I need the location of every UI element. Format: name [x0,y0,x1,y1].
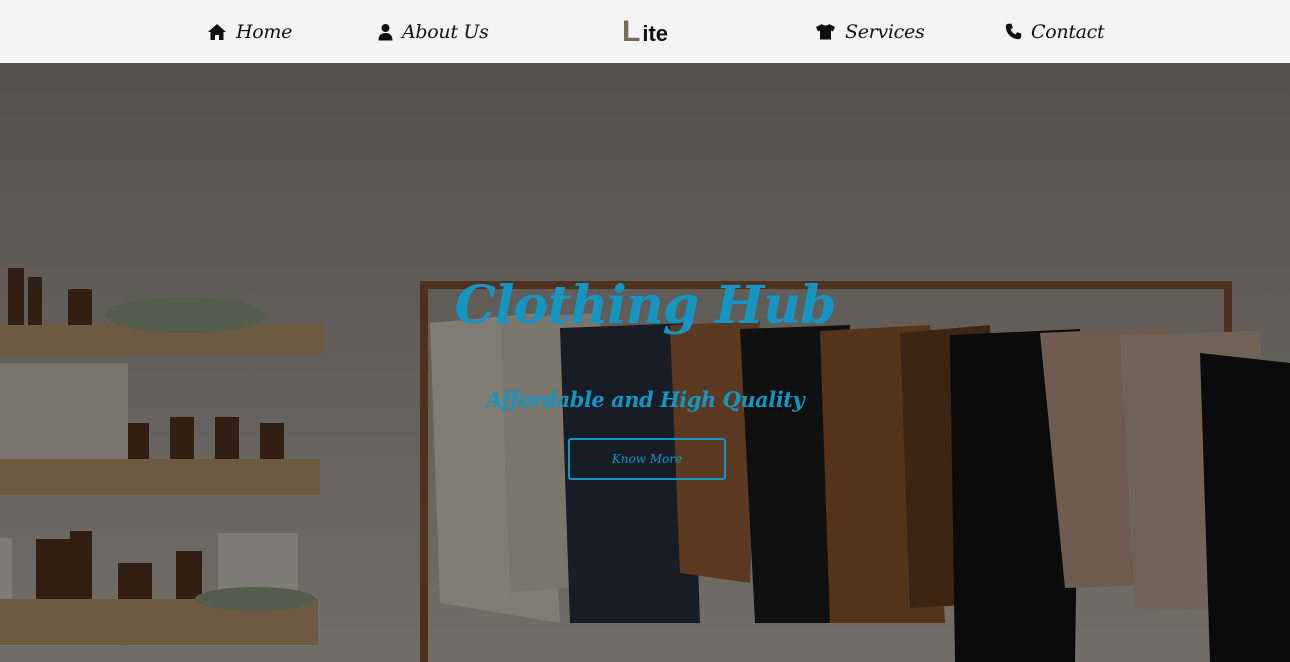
hero-title: Clothing Hub [454,275,837,336]
nav-home-link[interactable]: Home [207,0,292,63]
nav-services-label: Services [845,20,925,43]
nav-home-label: Home [236,20,293,43]
hero-section: Clothing Hub Affordable and High Quality… [0,63,1290,662]
hero-subtitle: Affordable and High Quality [485,387,805,412]
know-more-button[interactable]: Know More [568,438,726,480]
nav-about-label: About Us [402,20,489,43]
logo-first-letter: L [622,15,641,48]
phone-icon [1005,23,1022,40]
tshirt-icon [815,23,836,40]
nav-contact-link[interactable]: Contact [1005,0,1105,63]
hero-dark-overlay [0,63,1290,662]
nav-about-link[interactable]: About Us [378,0,489,63]
nav-contact-label: Contact [1031,20,1105,43]
site-logo[interactable]: L ite [622,15,669,48]
nav-services-link[interactable]: Services [815,0,925,63]
home-icon [207,23,227,41]
logo-rest: ite [642,21,669,46]
user-icon [378,23,393,41]
top-navbar: Home About Us L ite Services Contact [0,0,1290,63]
